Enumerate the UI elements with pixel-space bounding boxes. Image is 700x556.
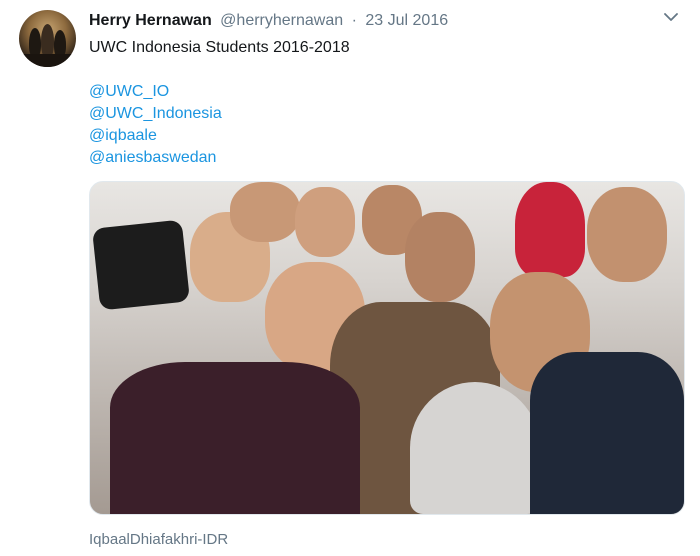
phone-shape xyxy=(91,219,191,311)
mention-link[interactable]: @UWC_Indonesia xyxy=(89,103,222,125)
media-caption: IqbaalDhiafakhri-IDR xyxy=(89,531,229,548)
person-shape xyxy=(295,187,355,257)
person-shape xyxy=(587,187,667,282)
chevron-down-icon[interactable] xyxy=(664,12,678,22)
hijab-shape xyxy=(410,382,540,514)
tweet-photo[interactable] xyxy=(89,181,685,515)
mention-link[interactable]: @UWC_IO xyxy=(89,81,169,103)
tweet-text: UWC Indonesia Students 2016-2018 xyxy=(89,39,350,56)
separator-dot: · xyxy=(351,12,357,29)
author-handle[interactable]: @herryhernawan xyxy=(220,12,343,29)
tweet-header: Herry Hernawan @herryhernawan · 23 Jul 2… xyxy=(89,11,448,31)
shirt-shape xyxy=(530,352,684,514)
shirt-shape xyxy=(110,362,360,514)
avatar[interactable] xyxy=(19,10,76,67)
person-shape xyxy=(230,182,300,242)
person-shape xyxy=(405,212,475,302)
mention-link[interactable]: @iqbaale xyxy=(89,125,157,147)
tweet-date[interactable]: 23 Jul 2016 xyxy=(365,12,448,29)
mention-link[interactable]: @aniesbaswedan xyxy=(89,147,216,169)
hijab-shape xyxy=(515,182,585,277)
author-name[interactable]: Herry Hernawan xyxy=(89,12,212,29)
